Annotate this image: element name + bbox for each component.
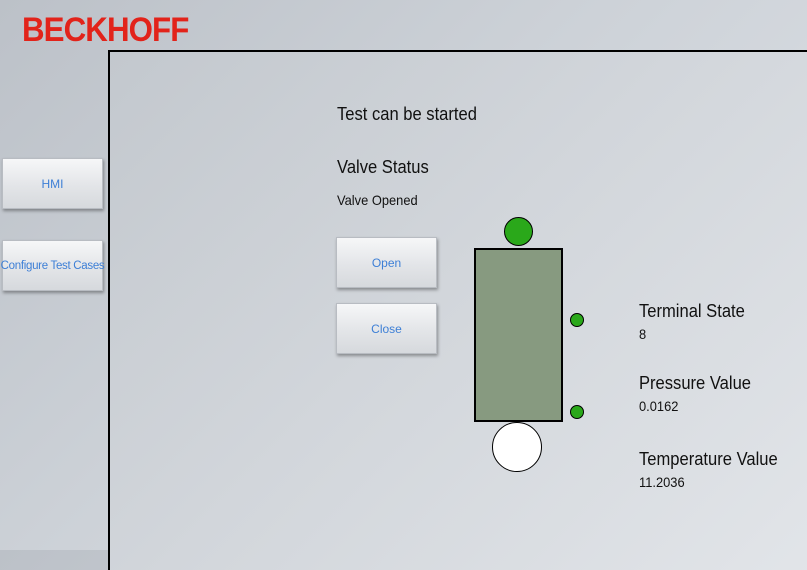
valve-status-value: Valve Opened <box>337 192 418 208</box>
beckhoff-logo: BECKHOFF <box>22 11 189 49</box>
valve-bottom-indicator <box>492 422 542 472</box>
temperature-label: Temperature Value <box>639 449 778 469</box>
valve-upper-side-indicator <box>570 313 584 327</box>
hmi-nav-button[interactable]: HMI <box>2 158 103 209</box>
open-valve-button[interactable]: Open <box>336 237 437 288</box>
configure-test-cases-nav-button[interactable]: Configure Test Cases <box>1 240 105 291</box>
valve-lower-side-indicator <box>570 405 584 419</box>
terminal-state-label: Terminal State <box>639 301 745 321</box>
temperature-value: 11.2036 <box>639 474 685 490</box>
pressure-label: Pressure Value <box>639 373 751 393</box>
valve-top-indicator <box>504 217 533 246</box>
test-status-text: Test can be started <box>337 104 477 124</box>
close-valve-button[interactable]: Close <box>336 303 437 354</box>
valve-status-heading: Valve Status <box>337 157 429 177</box>
pressure-value: 0.0162 <box>639 398 679 414</box>
terminal-state-value: 8 <box>639 326 647 342</box>
valve-body <box>474 248 563 422</box>
